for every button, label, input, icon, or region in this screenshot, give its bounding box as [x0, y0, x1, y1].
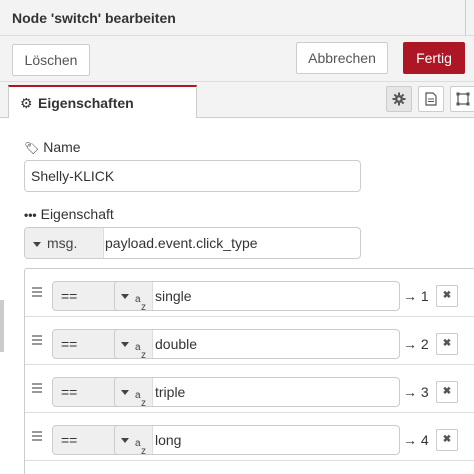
value-type-select[interactable]: az [115, 282, 153, 310]
string-type-icon: az [135, 438, 146, 455]
remove-rule-button[interactable]: ✖ [436, 381, 458, 403]
chevron-down-icon [33, 241, 41, 247]
gear-icon [392, 92, 406, 106]
name-label: 🏷 Name [24, 139, 81, 155]
drag-handle-icon[interactable] [32, 335, 42, 345]
dialog-title: Node 'switch' bearbeiten [12, 10, 176, 26]
rule-row: == az double → 2 ✖ [25, 317, 474, 365]
titlebar-divider [465, 0, 466, 36]
description-tab-button[interactable] [418, 86, 444, 112]
rule-value-input: az double [114, 329, 400, 359]
gear-icon: ⚙ [20, 95, 33, 111]
done-button[interactable]: Fertig [403, 42, 465, 74]
rule-output: → 3 [403, 384, 429, 400]
operator-value: == [61, 288, 78, 304]
rules-list: == az single → 1 ✖ == az double → 2 ✖ ==… [24, 268, 474, 474]
close-icon: ✖ [442, 338, 452, 349]
tab-properties-label: Eigenschaften [38, 95, 134, 111]
property-type-label: msg. [47, 235, 78, 251]
tab-bar: ⚙ Eigenschaften [0, 82, 474, 119]
chevron-down-icon [121, 341, 129, 347]
remove-rule-button[interactable]: ✖ [436, 285, 458, 307]
rule-row: == az single → 1 ✖ [25, 269, 474, 317]
property-typed-input: msg. payload.event.click_type [24, 227, 361, 259]
rule-output: → 1 [403, 288, 429, 304]
dialog-titlebar: Node 'switch' bearbeiten [0, 0, 474, 36]
rule-value-input: az long [114, 425, 400, 455]
properties-tab-button[interactable] [386, 86, 412, 112]
chevron-down-icon [121, 293, 129, 299]
string-type-icon: az [135, 342, 146, 359]
close-icon: ✖ [442, 434, 452, 445]
resize-handle[interactable] [0, 300, 4, 352]
tab-properties[interactable]: ⚙ Eigenschaften [8, 85, 197, 119]
close-icon: ✖ [442, 386, 452, 397]
rule-row: == az triple → 3 ✖ [25, 365, 474, 413]
rule-value-field[interactable]: single [155, 282, 192, 310]
remove-rule-button[interactable]: ✖ [436, 333, 458, 355]
rule-output: → 2 [403, 336, 429, 352]
rule-row: == az long → 4 ✖ [25, 413, 474, 461]
string-type-icon: az [135, 390, 146, 407]
cancel-button[interactable]: Abbrechen [296, 42, 388, 74]
description-icon [425, 92, 437, 106]
operator-value: == [61, 336, 78, 352]
drag-handle-icon[interactable] [32, 383, 42, 393]
chevron-down-icon [121, 389, 129, 395]
rule-value-input: az single [114, 281, 400, 311]
delete-button[interactable]: Löschen [12, 44, 90, 76]
name-field[interactable]: Shelly-KLICK [24, 160, 361, 192]
rule-value-field[interactable]: double [155, 330, 197, 358]
drag-handle-icon[interactable] [32, 431, 42, 441]
close-icon: ✖ [442, 290, 452, 301]
operator-value: == [61, 384, 78, 400]
rule-output: → 4 [403, 432, 429, 448]
property-value-field[interactable]: payload.event.click_type [105, 228, 258, 258]
property-type-select[interactable]: msg. [25, 228, 104, 258]
property-label-text: Eigenschaft [40, 206, 114, 222]
value-type-select[interactable]: az [115, 378, 153, 406]
chevron-down-icon [121, 437, 129, 443]
string-type-icon: az [135, 294, 146, 311]
dialog-action-bar: Löschen Abbrechen Fertig [0, 36, 474, 82]
drag-handle-icon[interactable] [32, 287, 42, 297]
name-label-text: Name [43, 139, 81, 155]
appearance-icon [456, 92, 470, 106]
remove-rule-button[interactable]: ✖ [436, 429, 458, 451]
properties-panel: 🏷 Name Shelly-KLICK ••• Eigenschaft msg. p… [0, 118, 474, 474]
appearance-tab-button[interactable] [450, 86, 474, 112]
rule-value-input: az triple [114, 377, 400, 407]
ellipsis-icon: ••• [24, 208, 37, 222]
property-label: ••• Eigenschaft [24, 206, 114, 222]
tag-icon: 🏷 [24, 141, 40, 155]
rule-value-field[interactable]: long [155, 426, 181, 454]
operator-value: == [61, 432, 78, 448]
rule-value-field[interactable]: triple [155, 378, 185, 406]
value-type-select[interactable]: az [115, 426, 153, 454]
value-type-select[interactable]: az [115, 330, 153, 358]
